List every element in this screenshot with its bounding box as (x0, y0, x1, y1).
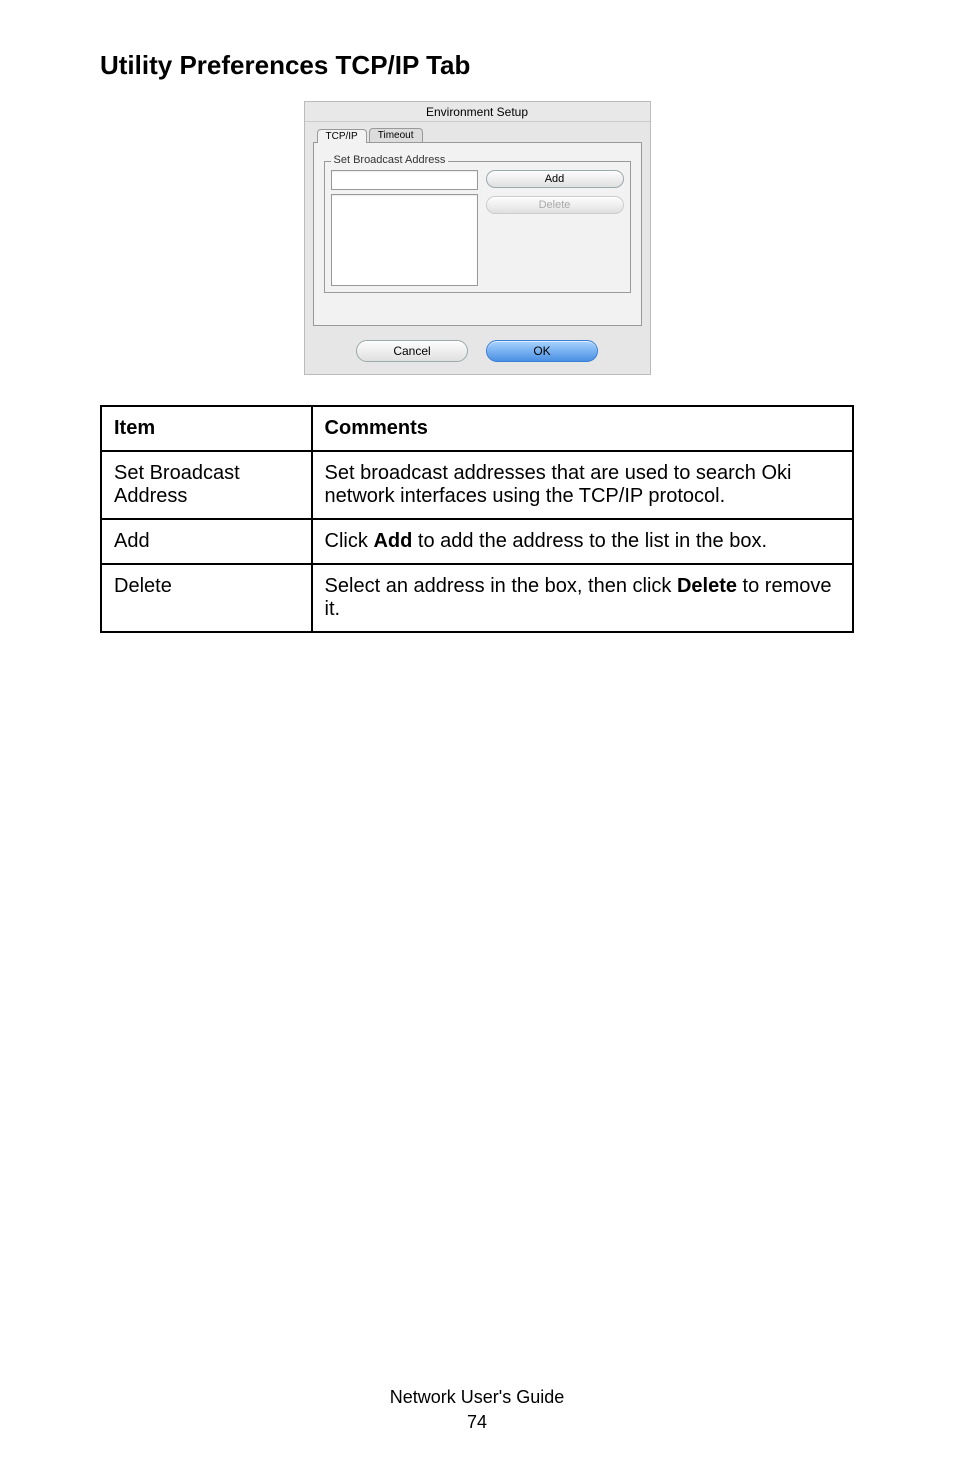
tab-tcpip[interactable]: TCP/IP (317, 129, 367, 143)
add-button[interactable]: Add (486, 170, 624, 188)
environment-setup-dialog: Environment Setup TCP/IP Timeout Set Bro… (304, 101, 651, 375)
tab-panel-tcpip: Set Broadcast Address Add Delete (313, 142, 642, 326)
fieldset-broadcast: Set Broadcast Address Add Delete (324, 161, 631, 293)
dialog-title: Environment Setup (305, 102, 650, 122)
table-row: Set Broadcast Address Set broadcast addr… (101, 451, 853, 519)
cell-comments: Select an address in the box, then click… (312, 564, 853, 632)
broadcast-address-input[interactable] (331, 170, 478, 190)
delete-button[interactable]: Delete (486, 196, 624, 214)
cell-item: Delete (101, 564, 312, 632)
tab-timeout[interactable]: Timeout (369, 128, 423, 142)
cell-item: Set Broadcast Address (101, 451, 312, 519)
cancel-button[interactable]: Cancel (356, 340, 468, 362)
header-comments: Comments (312, 406, 853, 451)
cell-comments: Click Add to add the address to the list… (312, 519, 853, 564)
footer-title: Network User's Guide (0, 1385, 954, 1410)
page-heading: Utility Preferences TCP/IP Tab (100, 50, 854, 81)
dialog-screenshot: Environment Setup TCP/IP Timeout Set Bro… (100, 101, 854, 375)
cell-item: Add (101, 519, 312, 564)
page-footer: Network User's Guide 74 (0, 1385, 954, 1435)
table-row: Delete Select an address in the box, the… (101, 564, 853, 632)
ok-button[interactable]: OK (486, 340, 598, 362)
broadcast-address-list[interactable] (331, 194, 478, 286)
footer-page-number: 74 (0, 1410, 954, 1435)
settings-table: Item Comments Set Broadcast Address Set … (100, 405, 854, 633)
fieldset-legend: Set Broadcast Address (331, 154, 449, 166)
table-row: Add Click Add to add the address to the … (101, 519, 853, 564)
table-header-row: Item Comments (101, 406, 853, 451)
cell-comments: Set broadcast addresses that are used to… (312, 451, 853, 519)
header-item: Item (101, 406, 312, 451)
